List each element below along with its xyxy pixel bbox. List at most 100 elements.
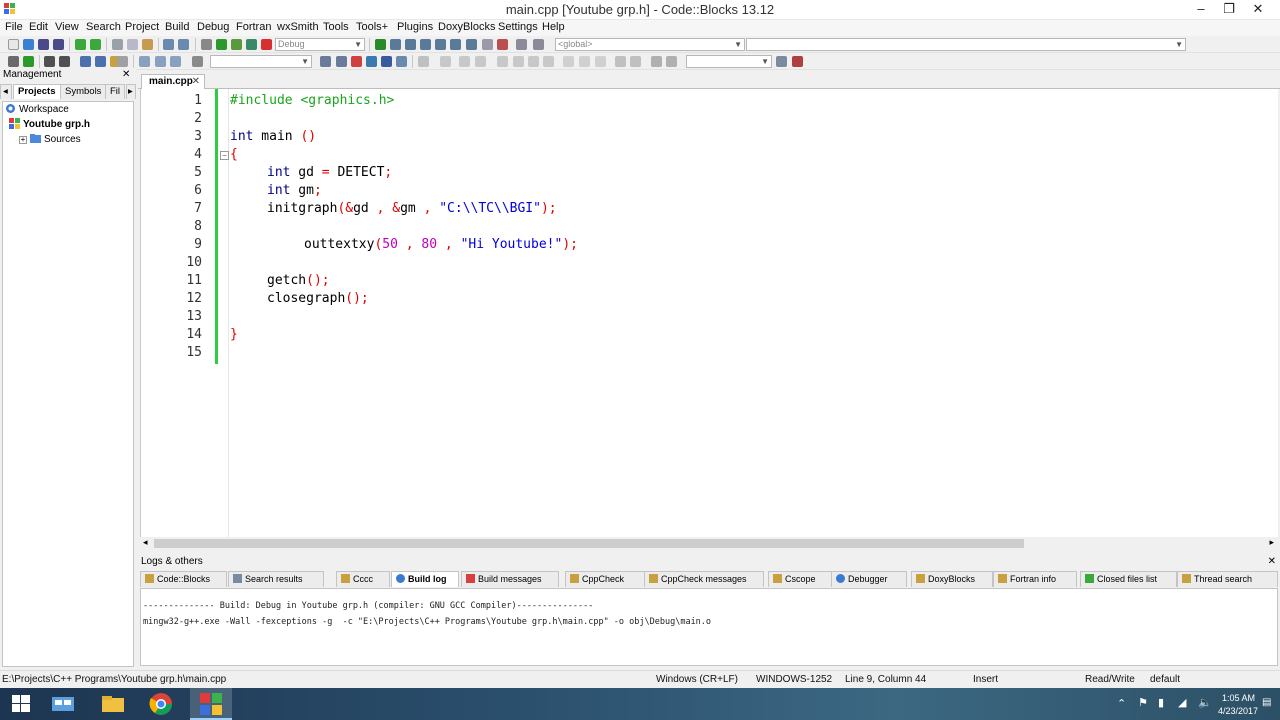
tab-build-messages[interactable]: Build messages <box>461 571 559 587</box>
horizontal-scrollbar[interactable]: ◂ ▸ <box>140 537 1278 550</box>
layout-9-icon[interactable] <box>579 56 590 67</box>
tab-thread-search[interactable]: Thread search <box>1177 571 1278 587</box>
tab-files[interactable]: Fil <box>105 84 126 99</box>
menu-search[interactable]: Search <box>86 21 121 33</box>
tab-search-results[interactable]: Search results <box>228 571 324 587</box>
layout-10-icon[interactable] <box>595 56 606 67</box>
menu-tools[interactable]: Tools <box>323 21 349 33</box>
tool-combo[interactable]: ▼ <box>686 55 772 68</box>
prev-bookmark-icon[interactable] <box>320 56 331 67</box>
menu-doxyblocks[interactable]: DoxyBlocks <box>438 21 495 33</box>
build-run-icon[interactable] <box>231 39 242 50</box>
debug-windows-icon[interactable] <box>516 39 527 50</box>
build-target-select[interactable]: Debug ▼ <box>275 38 365 51</box>
break-debugger-icon[interactable] <box>482 39 493 50</box>
menu-tools-plus[interactable]: Tools+ <box>356 21 388 33</box>
up-arrow-icon[interactable]: ⌃ <box>1117 697 1126 710</box>
s-tool-icon[interactable] <box>651 56 662 67</box>
menu-fortran[interactable]: Fortran <box>236 21 271 33</box>
clock-date[interactable]: 4/23/2017 <box>1218 706 1258 716</box>
taskbar-active-app[interactable] <box>190 688 232 720</box>
close-icon[interactable]: ✕ <box>122 69 130 80</box>
menu-plugins[interactable]: Plugins <box>397 21 433 33</box>
save-icon[interactable] <box>38 39 49 50</box>
paste-icon[interactable] <box>142 39 153 50</box>
tab-symbols[interactable]: Symbols <box>60 84 107 99</box>
highlight-icon[interactable] <box>351 56 362 67</box>
layout-7-icon[interactable] <box>543 56 554 67</box>
pointer-icon[interactable] <box>418 56 429 67</box>
undo-icon[interactable] <box>75 39 86 50</box>
tab-main-cpp[interactable]: main.cpp ✕ <box>141 74 205 89</box>
close-icon[interactable]: ✕ <box>1268 555 1276 568</box>
layout-8-icon[interactable] <box>563 56 574 67</box>
menu-help[interactable]: Help <box>542 21 565 33</box>
search-combo[interactable]: ▼ <box>210 55 312 68</box>
run-icon[interactable] <box>216 39 227 50</box>
tool-icon[interactable] <box>117 56 128 67</box>
volume-icon[interactable]: 🔈 <box>1198 696 1212 709</box>
next-instruction-icon[interactable] <box>450 39 461 50</box>
close-tab-icon[interactable]: ✕ <box>192 75 200 89</box>
tree-project[interactable]: Youtube grp.h <box>9 118 90 132</box>
jump-forward-icon[interactable] <box>170 56 181 67</box>
minimize-button[interactable]: – <box>1186 0 1216 20</box>
replace-icon[interactable] <box>178 39 189 50</box>
open-file-icon[interactable] <box>23 39 34 50</box>
tab-cccc[interactable]: Cccc <box>336 571 390 587</box>
chrome-icon[interactable] <box>148 692 174 716</box>
tool-extra-icon[interactable] <box>792 56 803 67</box>
layout-6-icon[interactable] <box>528 56 539 67</box>
save-all-icon[interactable] <box>53 39 64 50</box>
layout-3-icon[interactable] <box>475 56 486 67</box>
layout-2-icon[interactable] <box>459 56 470 67</box>
tab-cscope[interactable]: Cscope <box>768 571 836 587</box>
menu-project[interactable]: Project <box>125 21 159 33</box>
menu-view[interactable]: View <box>55 21 79 33</box>
tree-workspace[interactable]: Workspace <box>5 103 69 117</box>
tab-fortran-info[interactable]: Fortran info <box>993 571 1077 587</box>
doxy-wizard-icon[interactable] <box>80 56 91 67</box>
tab-doxyblocks[interactable]: DoxyBlocks <box>911 571 993 587</box>
tab-scroll-right-icon[interactable]: ▸ <box>126 84 136 99</box>
code-editor[interactable]: 1 2 3 4 5 6 7 8 9 10 11 12 13 14 15 − #i… <box>140 89 1278 537</box>
layout-4-icon[interactable] <box>497 56 508 67</box>
debug-continue-icon[interactable] <box>375 39 386 50</box>
network-icon[interactable]: ◢ <box>1178 696 1186 709</box>
tab-debugger[interactable]: Debugger <box>831 571 907 587</box>
windows-start-icon[interactable] <box>8 692 34 716</box>
tab-closed-files-list[interactable]: Closed files list <box>1080 571 1177 587</box>
menu-wxsmith[interactable]: wxSmith <box>277 21 319 33</box>
fold-collapse-icon[interactable]: − <box>220 151 229 160</box>
next-line-icon[interactable] <box>405 39 416 50</box>
find-symbol-icon[interactable] <box>776 56 787 67</box>
zoom-in-icon[interactable] <box>615 56 626 67</box>
step-out-icon[interactable] <box>435 39 446 50</box>
menu-build[interactable]: Build <box>165 21 189 33</box>
c-tool-icon[interactable] <box>666 56 677 67</box>
battery-icon[interactable]: ▮ <box>1158 696 1164 709</box>
next-bookmark-icon[interactable] <box>336 56 347 67</box>
notification-icon[interactable]: ▤ <box>1262 697 1271 708</box>
doxy-extract-icon[interactable] <box>95 56 106 67</box>
step-instruction-icon[interactable] <box>466 39 477 50</box>
comment-icon[interactable] <box>44 56 55 67</box>
expand-icon[interactable]: + <box>19 136 27 144</box>
zoom-out-icon[interactable] <box>630 56 641 67</box>
layout-5-icon[interactable] <box>513 56 524 67</box>
tab-scroll-left-icon[interactable]: ◂ <box>0 84 12 99</box>
find-icon[interactable] <box>163 39 174 50</box>
flag-icon[interactable]: ⚑ <box>1138 696 1148 709</box>
scrollbar-thumb[interactable] <box>154 539 1024 548</box>
new-file-icon[interactable] <box>8 39 19 50</box>
menu-settings[interactable]: Settings <box>498 21 538 33</box>
function-select[interactable]: ▼ <box>746 38 1186 51</box>
menu-debug[interactable]: Debug <box>197 21 229 33</box>
toggle-bookmark-icon[interactable] <box>366 56 377 67</box>
task-view-icon[interactable] <box>50 692 76 716</box>
menu-edit[interactable]: Edit <box>29 21 48 33</box>
build-gear-icon[interactable] <box>201 39 212 50</box>
tab-cppcheck[interactable]: CppCheck <box>565 571 645 587</box>
build-log-output[interactable]: -------------- Build: Debug in Youtube g… <box>140 588 1278 666</box>
uncomment-icon[interactable] <box>59 56 70 67</box>
